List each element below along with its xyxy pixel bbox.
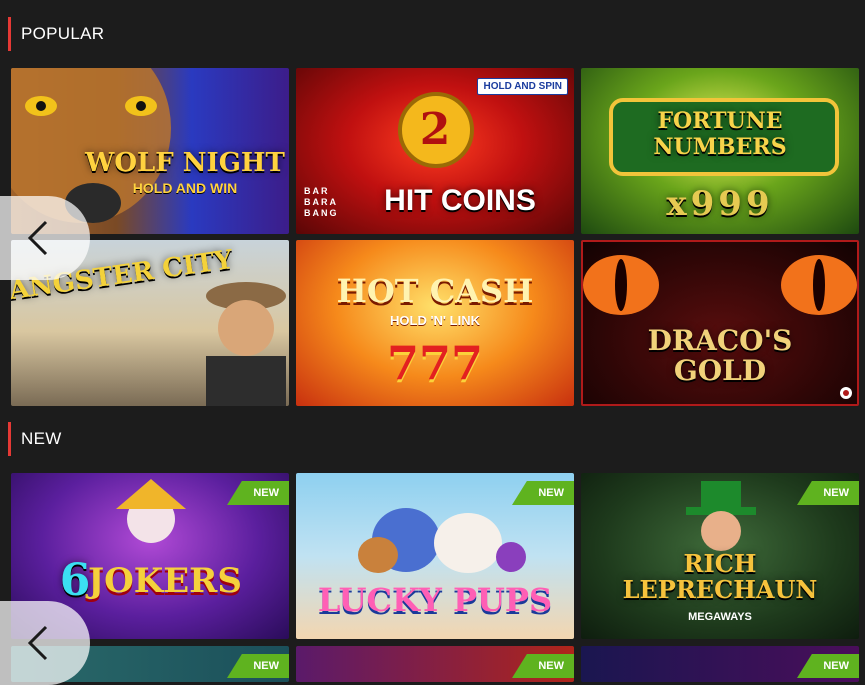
game-title: DRACO'S GOLD [647, 324, 793, 387]
game-tile-hit-coins[interactable]: HOLD AND SPIN 2 BAR BARA BANG HIT COINS [296, 68, 574, 234]
section-title-popular: POPULAR [8, 17, 104, 51]
game-subtitle: MEGAWAYS [688, 611, 752, 623]
info-icon[interactable] [839, 386, 853, 400]
game-title: HOT CASH [336, 272, 534, 310]
game-tile-dracos-gold[interactable]: DRACO'S GOLD [581, 240, 859, 406]
new-prev-button[interactable] [0, 601, 90, 685]
big-digit: 777 [386, 336, 484, 390]
game-title: FORTUNE NUMBERS [653, 108, 787, 160]
gangster-icon [206, 282, 286, 406]
game-subtitle: HOLD AND WIN [132, 180, 238, 196]
game-tile-lucky-pups[interactable]: LUCKY PUPS NEW [296, 473, 574, 639]
game-title: LUCKY PUPS [317, 581, 553, 619]
game-tile-new-5[interactable]: NEW [296, 646, 574, 682]
chevron-left-icon [27, 220, 48, 256]
big-digit: 2 [419, 104, 451, 155]
game-subtitle: x999 [666, 184, 774, 224]
game-title: WOLF NIGHT [85, 148, 285, 178]
game-prefix: 6 [59, 555, 91, 606]
game-subtitle: HOLD 'N' LINK [390, 313, 480, 328]
game-title: RICH LEPRECHAUN [622, 549, 818, 604]
game-tile-hot-cash[interactable]: HOT CASH HOLD 'N' LINK 777 [296, 240, 574, 406]
section-title-new: NEW [8, 422, 62, 456]
popular-prev-button[interactable] [0, 196, 90, 280]
game-tile-new-6[interactable]: NEW [581, 646, 859, 682]
feature-badge: HOLD AND SPIN [477, 78, 568, 95]
joker-icon [116, 479, 186, 543]
game-tile-rich-leprechaun[interactable]: RICH LEPRECHAUN MEGAWAYS NEW [581, 473, 859, 639]
chevron-left-icon [27, 625, 48, 661]
provider-logo: BAR BARA BANG [304, 186, 339, 218]
puppies-icon [358, 508, 526, 573]
game-title: HIT COINS [384, 184, 536, 217]
game-tile-fortune-numbers[interactable]: FORTUNE NUMBERS x999 [581, 68, 859, 234]
